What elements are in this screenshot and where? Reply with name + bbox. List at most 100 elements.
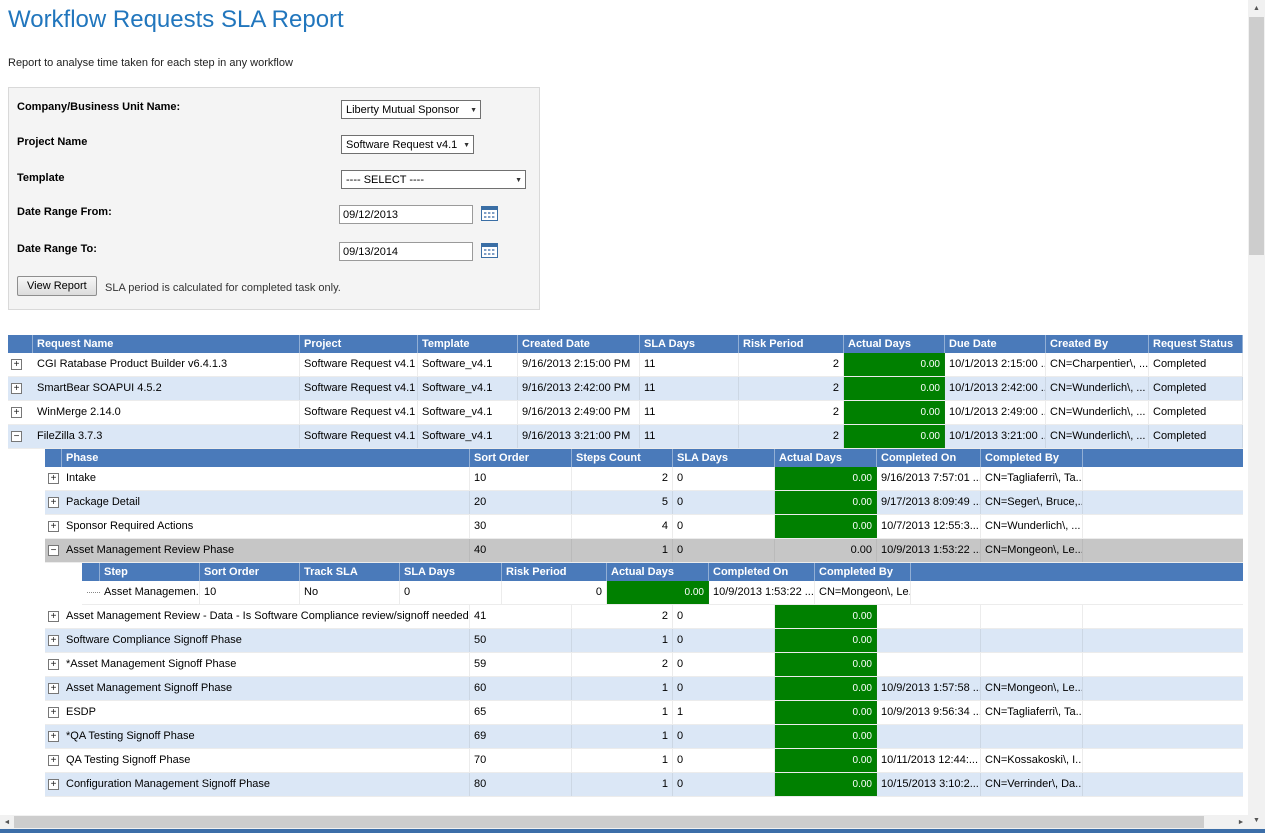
company-select[interactable]: Liberty Mutual Sponsor ▼ — [341, 100, 481, 119]
expand-icon[interactable]: + — [48, 611, 59, 622]
phase-cell: CN=Mongeon\, Le... — [981, 539, 1083, 562]
phase-cell: *QA Testing Signoff Phase — [62, 725, 470, 748]
phase-cell: CN=Mongeon\, Le... — [981, 677, 1083, 700]
request-cell: 10/1/2013 2:15:00 ... — [945, 353, 1046, 376]
request-row[interactable]: +WinMerge 2.14.0Software Request v4.1Sof… — [8, 401, 1243, 425]
column-header: SLA Days — [640, 335, 739, 353]
step-cell: 0 — [400, 581, 502, 604]
phase-row[interactable]: +Asset Management Review - Data - Is Sof… — [45, 605, 1243, 629]
scroll-left-icon[interactable]: ◄ — [0, 815, 14, 829]
expand-icon[interactable]: + — [48, 473, 59, 484]
scroll-up-icon[interactable]: ▲ — [1248, 0, 1265, 17]
phase-cell: 1 — [572, 539, 673, 562]
phase-row[interactable]: +ESDP65110.0010/9/2013 9:56:34 ...CN=Tag… — [45, 701, 1243, 725]
phase-cell: 0 — [673, 467, 775, 490]
phase-cell: 1 — [673, 701, 775, 724]
phase-cell: 4 — [572, 515, 673, 538]
date-to-input[interactable] — [339, 242, 473, 261]
phase-table-header: PhaseSort OrderSteps CountSLA DaysActual… — [45, 449, 1243, 467]
phase-row[interactable]: +Software Compliance Signoff Phase50100.… — [45, 629, 1243, 653]
phase-cell: 10/9/2013 9:56:34 ... — [877, 701, 981, 724]
calendar-icon[interactable] — [480, 242, 498, 259]
phase-row[interactable]: +*Asset Management Signoff Phase59200.00 — [45, 653, 1243, 677]
collapse-icon[interactable]: − — [48, 545, 59, 556]
expand-icon[interactable]: + — [11, 407, 22, 418]
phase-cell: 2 — [572, 653, 673, 676]
phase-cell: 59 — [470, 653, 572, 676]
date-from-input[interactable] — [339, 205, 473, 224]
expand-icon[interactable]: + — [48, 683, 59, 694]
phase-row[interactable]: +Configuration Management Signoff Phase8… — [45, 773, 1243, 797]
phase-row[interactable]: +Asset Management Signoff Phase60100.001… — [45, 677, 1243, 701]
phase-row[interactable]: +*QA Testing Signoff Phase69100.00 — [45, 725, 1243, 749]
sla-actual-days-cell: 0.00 — [844, 425, 945, 448]
expand-icon[interactable]: + — [48, 635, 59, 646]
phase-row[interactable]: +Intake10200.009/16/2013 7:57:01 ...CN=T… — [45, 467, 1243, 491]
template-label: Template — [17, 172, 64, 184]
request-cell: WinMerge 2.14.0 — [33, 401, 300, 424]
request-cell: 11 — [640, 401, 739, 424]
vertical-scrollbar-thumb[interactable] — [1249, 17, 1264, 255]
phase-cell: 0 — [673, 677, 775, 700]
phase-cell: 41 — [470, 605, 572, 628]
phase-row[interactable]: +Sponsor Required Actions30400.0010/7/20… — [45, 515, 1243, 539]
phase-cell: 70 — [470, 749, 572, 772]
request-row[interactable]: +CGI Ratabase Product Builder v6.4.1.3So… — [8, 353, 1243, 377]
sla-actual-days-cell: 0.00 — [775, 653, 877, 676]
expand-icon[interactable]: + — [48, 731, 59, 742]
phase-cell: Intake — [62, 467, 470, 490]
date-to-label: Date Range To: — [17, 243, 97, 255]
collapse-icon[interactable]: − — [11, 431, 22, 442]
bottom-border-bar — [0, 829, 1265, 833]
request-cell: 2 — [739, 401, 844, 424]
request-row[interactable]: −FileZilla 3.7.3Software Request v4.1Sof… — [8, 425, 1243, 449]
expander-cell: + — [45, 467, 62, 490]
expand-icon[interactable]: + — [48, 521, 59, 532]
step-row[interactable]: Asset Managemen...10No000.0010/9/2013 1:… — [82, 581, 1243, 605]
horizontal-scrollbar-thumb[interactable] — [14, 816, 1204, 828]
expand-icon[interactable]: + — [48, 755, 59, 766]
sla-actual-days-cell: 0.00 — [775, 701, 877, 724]
calendar-icon[interactable] — [480, 205, 498, 222]
vertical-scrollbar[interactable]: ▲ ▼ — [1248, 0, 1265, 829]
column-header: Actual Days — [844, 335, 945, 353]
scroll-right-icon[interactable]: ► — [1234, 815, 1248, 829]
request-cell: CN=Wunderlich\, ... — [1046, 425, 1149, 448]
phase-row[interactable]: +QA Testing Signoff Phase70100.0010/11/2… — [45, 749, 1243, 773]
phase-cell: 0 — [673, 653, 775, 676]
phase-row[interactable]: +Package Detail20500.009/17/2013 8:09:49… — [45, 491, 1243, 515]
sla-actual-days-cell: 0.00 — [844, 377, 945, 400]
expander-cell: + — [45, 725, 62, 748]
request-cell: 2 — [739, 425, 844, 448]
scroll-down-icon[interactable]: ▼ — [1248, 812, 1265, 829]
expander-cell: + — [45, 491, 62, 514]
report-page: Workflow Requests SLA Report Report to a… — [0, 0, 1265, 833]
expander-column-header — [45, 449, 62, 467]
expand-icon[interactable]: + — [48, 707, 59, 718]
expand-icon[interactable]: + — [48, 659, 59, 670]
request-row[interactable]: +SmartBear SOAPUI 4.5.2Software Request … — [8, 377, 1243, 401]
view-report-button[interactable]: View Report — [17, 276, 97, 296]
phase-cell: Asset Management Review - Data - Is Soft… — [62, 605, 470, 628]
template-select[interactable]: ---- SELECT ---- ▼ — [341, 170, 526, 189]
phase-row[interactable]: −Asset Management Review Phase40100.0010… — [45, 539, 1243, 563]
phase-cell: *Asset Management Signoff Phase — [62, 653, 470, 676]
horizontal-scrollbar[interactable]: ◄ ► — [0, 815, 1248, 829]
phase-cell — [981, 629, 1083, 652]
expand-icon[interactable]: + — [48, 779, 59, 790]
phase-cell: 30 — [470, 515, 572, 538]
step-subtable: StepSort OrderTrack SLASLA DaysRisk Peri… — [82, 563, 1243, 605]
phase-cell — [877, 605, 981, 628]
phase-cell: Software Compliance Signoff Phase — [62, 629, 470, 652]
expand-icon[interactable]: + — [48, 497, 59, 508]
request-cell: Software Request v4.1 — [300, 401, 418, 424]
column-header: Risk Period — [739, 335, 844, 353]
step-cell: 10/9/2013 1:53:22 ... — [709, 581, 815, 604]
phase-cell: 20 — [470, 491, 572, 514]
expand-icon[interactable]: + — [11, 359, 22, 370]
project-select[interactable]: Software Request v4.1 ▼ — [341, 135, 474, 154]
expander-cell: + — [45, 677, 62, 700]
expand-icon[interactable]: + — [11, 383, 22, 394]
phase-cell: 60 — [470, 677, 572, 700]
chevron-down-icon: ▼ — [515, 177, 522, 184]
